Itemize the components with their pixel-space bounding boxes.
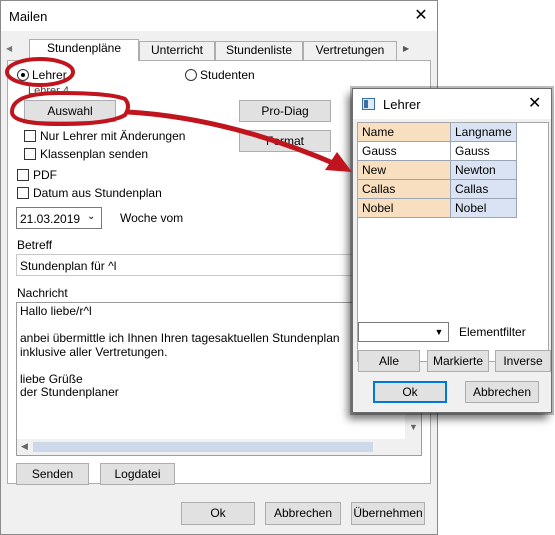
scroll-left-icon[interactable]: ◀ <box>21 441 28 452</box>
ok-button[interactable]: Ok <box>181 502 255 525</box>
klassenplan-label: Klassenplan senden <box>40 147 149 161</box>
woche-label: Woche vom <box>120 211 184 225</box>
pdf-checkbox[interactable] <box>17 169 29 181</box>
horizontal-scrollbar[interactable]: ◀ <box>17 439 405 455</box>
grid-row-langname[interactable]: Callas <box>451 180 517 199</box>
auswahl-button[interactable]: Auswahl <box>24 100 116 122</box>
window-title: Mailen <box>9 9 48 24</box>
nachricht-label: Nachricht <box>17 286 68 300</box>
date-value: 21.03.2019 <box>20 212 81 226</box>
grid-row-langname[interactable]: Gauss <box>451 142 517 161</box>
nachricht-text: Hallo liebe/r^l anbei übermittle ich Ihn… <box>20 304 340 400</box>
uebernehmen-button[interactable]: Übernehmen <box>351 502 425 525</box>
grid-row-name[interactable]: New <box>358 161 451 180</box>
prodiag-button[interactable]: Pro-Diag <box>239 100 331 122</box>
nachricht-line: liebe Grüße <box>20 371 83 386</box>
klassenplan-checkbox[interactable] <box>24 148 36 160</box>
grid-row-langname[interactable]: Newton <box>451 161 517 180</box>
radio-studenten-label: Studenten <box>200 68 255 82</box>
nachricht-line <box>20 359 340 373</box>
scroll-down-icon[interactable]: ▼ <box>409 422 418 432</box>
nur-lehrer-checkbox[interactable] <box>24 130 36 142</box>
alle-button[interactable]: Alle <box>358 350 420 372</box>
nachricht-line: inklusive aller Vertretungen. <box>20 344 168 359</box>
tab-scroll-right-icon[interactable]: ▶ <box>403 44 409 53</box>
inverse-button[interactable]: Inverse <box>495 350 551 372</box>
grid-header-langname[interactable]: Langname <box>451 123 517 142</box>
nachricht-line: der Stundenplaner <box>20 385 119 399</box>
elementfilter-select[interactable]: ▼ <box>358 322 449 342</box>
format-button[interactable]: Format <box>239 130 331 152</box>
grid-row-name[interactable]: Callas <box>358 180 451 199</box>
chevron-down-icon: ▼ <box>434 327 444 337</box>
senden-button[interactable]: Senden <box>16 463 89 485</box>
datum-label: Datum aus Stundenplan <box>33 186 162 200</box>
tab-unterricht[interactable]: Unterricht <box>139 41 215 60</box>
pdf-label: PDF <box>33 168 57 182</box>
betreff-value: Stundenplan für ^l <box>20 259 117 273</box>
date-picker[interactable]: 21.03.2019 ⌄ <box>16 207 102 229</box>
radio-lehrer[interactable] <box>17 69 29 81</box>
nur-lehrer-label: Nur Lehrer mit Änderungen <box>40 129 186 143</box>
tab-stundenliste[interactable]: Stundenliste <box>215 41 303 60</box>
grid-row-langname[interactable]: Nobel <box>451 199 517 218</box>
lehrer-count-label: Lehrer 4 <box>28 85 69 97</box>
logdatei-button[interactable]: Logdatei <box>100 463 175 485</box>
chevron-down-icon: ⌄ <box>87 211 96 222</box>
lehrer-abbrechen-button[interactable]: Abbrechen <box>465 381 539 403</box>
tab-vertretungen[interactable]: Vertretungen <box>303 41 397 60</box>
betreff-label: Betreff <box>17 238 53 252</box>
radio-studenten[interactable] <box>185 69 197 81</box>
abbrechen-button[interactable]: Abbrechen <box>265 502 341 525</box>
title-bar: Mailen ✕ <box>1 1 437 31</box>
scroll-thumb[interactable] <box>33 442 373 452</box>
nachricht-line: anbei übermittle ich Ihnen Ihren tagesak… <box>20 331 340 345</box>
grid-row-name[interactable]: Nobel <box>358 199 451 218</box>
window-icon <box>362 98 375 110</box>
lehrer-title: Lehrer <box>383 97 421 112</box>
radio-lehrer-label: Lehrer <box>32 68 67 82</box>
markierte-button[interactable]: Markierte <box>427 350 489 372</box>
tab-stundenplaene[interactable]: Stundenpläne <box>29 39 139 61</box>
nachricht-line: Hallo liebe/r^l <box>20 304 92 318</box>
close-icon[interactable]: ✕ <box>528 93 541 113</box>
grid-row-name[interactable]: Gauss <box>358 142 451 161</box>
elementfilter-label: Elementfilter <box>459 325 526 339</box>
grid-header-name[interactable]: Name <box>358 123 451 142</box>
lehrer-title-bar: Lehrer ✕ <box>353 89 551 119</box>
lehrer-ok-button[interactable]: Ok <box>373 381 447 403</box>
lehrer-dialog: Lehrer ✕ Name Langname Gauss Gauss New N… <box>352 88 552 413</box>
tab-scroll-left-icon[interactable]: ◀ <box>6 44 12 53</box>
nachricht-line <box>20 319 340 333</box>
close-icon[interactable]: ✕ <box>409 5 433 27</box>
datum-checkbox[interactable] <box>17 187 29 199</box>
